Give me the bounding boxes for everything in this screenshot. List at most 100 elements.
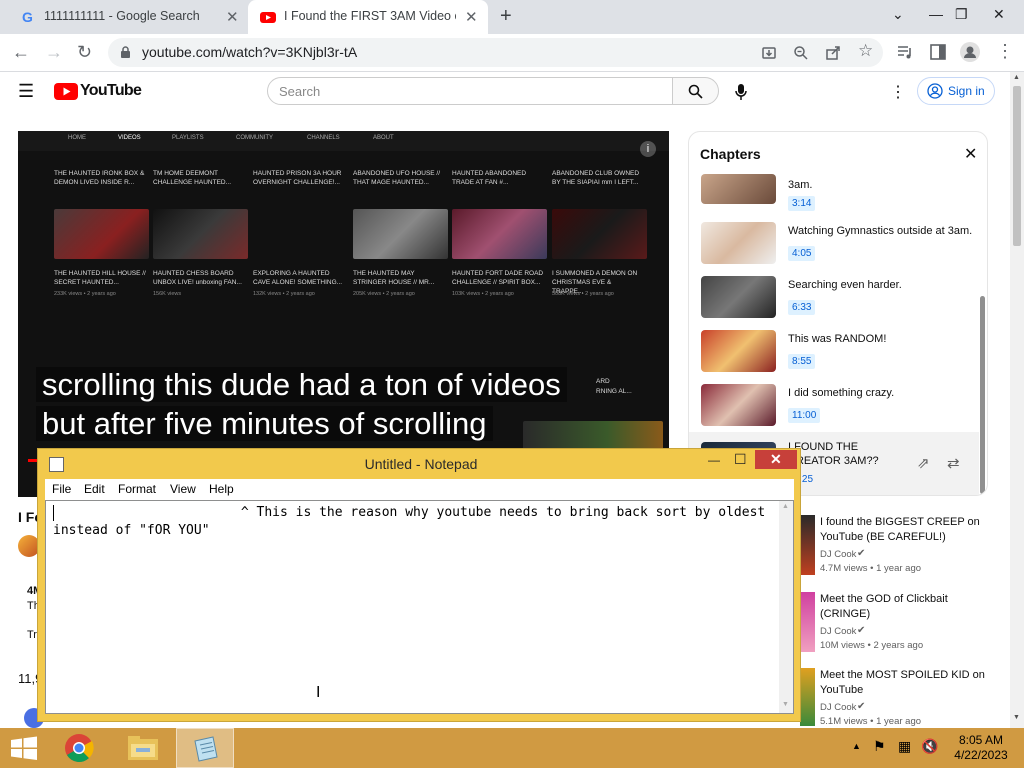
video-meta: 5.1M views • 1 year ago: [820, 716, 922, 727]
chapter-title: Watching Gymnastics outside at 3am.: [788, 225, 973, 237]
scroll-up-icon[interactable]: ▲: [782, 503, 789, 510]
install-app-icon[interactable]: [761, 45, 777, 61]
video-grid-meta: 103K views • 2 years ago: [452, 291, 514, 297]
video-thumbnail: [552, 209, 647, 259]
notepad-text-area[interactable]: ^ This is the reason why youtube needs t…: [45, 500, 794, 714]
browser-menu-icon[interactable]: ⋮: [996, 41, 1014, 62]
zoom-icon[interactable]: [793, 45, 809, 61]
chapter-item[interactable]: This was RANDOM! 8:55: [701, 330, 981, 384]
menu-view[interactable]: View: [170, 482, 196, 496]
address-bar[interactable]: youtube.com/watch?v=3KNjbl3r-tA ☆: [108, 38, 883, 67]
restore-icon[interactable]: ❐: [955, 6, 968, 23]
notepad-scrollbar[interactable]: ▲ ▼: [779, 501, 793, 713]
show-hidden-icons[interactable]: ▲: [852, 741, 861, 751]
recommendation-item[interactable]: I found the BIGGEST CREEP on YouTube (BE…: [800, 515, 990, 585]
recommendation-item[interactable]: Meet the GOD of Clickbait (CRINGE) DJ Co…: [800, 592, 990, 662]
svg-text:G: G: [22, 9, 33, 25]
network-icon[interactable]: ▦: [898, 738, 911, 755]
page-scrollbar[interactable]: ▲ ▼: [1010, 72, 1024, 728]
menu-edit[interactable]: Edit: [84, 482, 105, 496]
video-thumbnail: [153, 209, 248, 259]
channel-avatar[interactable]: [18, 535, 40, 557]
video-grid-title: THE HAUNTED MAY STRINGER HOUSE // MR...: [353, 270, 435, 286]
share-icon[interactable]: ⇗: [917, 454, 930, 472]
search-input[interactable]: Search: [267, 77, 673, 105]
video-grid-meta: 508K views • 2 years ago: [552, 291, 614, 297]
video-grid-title: TM HOME DEEMONT CHALLENGE HAUNTED...: [153, 170, 232, 186]
minimize-icon[interactable]: —: [929, 6, 943, 22]
caption-line: but after five minutes of scrolling: [36, 406, 493, 441]
notepad-taskbar-button[interactable]: [176, 728, 234, 768]
account-icon: [927, 83, 943, 99]
media-control-icon[interactable]: [897, 44, 915, 60]
system-clock[interactable]: 8:05 AM 4/22/2023: [944, 733, 1018, 763]
close-icon[interactable]: ✕: [964, 144, 977, 164]
hamburger-menu-icon[interactable]: ☰: [18, 81, 34, 102]
chrome-taskbar-button[interactable]: [50, 728, 108, 768]
tab-youtube-video[interactable]: I Found the FIRST 3AM Video on ✕: [248, 0, 488, 34]
chapter-item[interactable]: Searching even harder. 6:33: [701, 276, 981, 330]
close-icon: ✕: [770, 451, 782, 467]
settings-menu-icon[interactable]: ⋮: [890, 82, 906, 102]
chapter-title: I FOUND THE CREATOR 3AM??: [788, 441, 879, 467]
video-player[interactable]: HOME VIDEOS PLAYLISTS COMMUNITY CHANNELS…: [18, 131, 669, 497]
video-thumbnail: [54, 209, 149, 259]
channel-name: DJ Cook: [820, 626, 857, 637]
volume-muted-icon[interactable]: 🔇: [921, 738, 938, 755]
loop-icon[interactable]: ⇄: [947, 454, 960, 472]
scroll-up-icon[interactable]: ▲: [1013, 74, 1020, 81]
windows-start-icon[interactable]: [10, 736, 38, 760]
info-icon[interactable]: i: [640, 141, 656, 157]
chapter-time: 6:33: [788, 300, 816, 315]
verified-icon: ✔: [857, 625, 866, 636]
recommendation-item[interactable]: Meet the MOST SPOILED KID on YouTube DJ …: [800, 668, 990, 728]
chapters-scrollbar[interactable]: [980, 296, 985, 494]
share-icon[interactable]: [825, 45, 841, 61]
new-tab-icon[interactable]: +: [500, 5, 512, 28]
video-grid-meta: 233K views • 2 years ago: [54, 291, 116, 297]
channel-tab-bar: HOME VIDEOS PLAYLISTS COMMUNITY CHANNELS…: [18, 131, 669, 151]
caption-line: scrolling this dude had a ton of videos: [36, 367, 567, 402]
search-placeholder: Search: [279, 84, 321, 99]
menu-file[interactable]: File: [52, 482, 71, 496]
back-arrow-icon[interactable]: ←: [12, 42, 30, 63]
chapter-item[interactable]: Watching Gymnastics outside at 3am. 4:05: [701, 222, 981, 276]
close-window-icon[interactable]: ✕: [993, 6, 1005, 23]
reload-icon[interactable]: ↻: [77, 42, 92, 63]
video-meta: 10M views • 2 years ago: [820, 640, 924, 651]
minimize-icon[interactable]: —: [708, 453, 720, 467]
chapter-item[interactable]: I did something crazy. 11:00: [701, 384, 981, 438]
youtube-header: ☰ YouTube Search ⋮ Sign in: [0, 72, 1010, 112]
scrollbar-thumb[interactable]: [1013, 86, 1021, 246]
menu-format[interactable]: Format: [118, 482, 156, 496]
video-caption: scrolling this dude had a ton of videos …: [36, 365, 567, 443]
chapters-panel: Chapters ✕ 3am. 3:14 Watching Gymnastics…: [688, 131, 988, 496]
side-panel-icon[interactable]: [930, 44, 946, 60]
channel-tab: CHANNELS: [307, 135, 340, 141]
bookmark-star-icon[interactable]: ☆: [858, 41, 873, 61]
search-button[interactable]: [672, 77, 719, 105]
maximize-icon[interactable]: ☐: [734, 451, 747, 468]
tab-title: 1111111111 - Google Search: [44, 9, 200, 23]
close-button[interactable]: ✕: [755, 450, 797, 469]
notepad-titlebar[interactable]: Untitled - Notepad — ☐ ✕: [38, 449, 800, 479]
forward-arrow-icon[interactable]: →: [45, 42, 63, 63]
sign-in-button[interactable]: Sign in: [917, 77, 995, 105]
microphone-icon[interactable]: [735, 84, 747, 101]
close-tab-icon[interactable]: ✕: [465, 8, 478, 26]
tab-google-search[interactable]: G 1111111111 - Google Search ✕: [0, 0, 248, 34]
channel-tab: PLAYLISTS: [172, 135, 204, 141]
recommendation-title: Meet the GOD of Clickbait (CRINGE): [820, 593, 948, 620]
scroll-down-icon[interactable]: ▼: [1013, 714, 1020, 721]
scroll-down-icon[interactable]: ▼: [782, 701, 789, 708]
folder-icon: [128, 736, 158, 760]
action-center-flag-icon[interactable]: ⚑: [873, 738, 886, 755]
file-explorer-taskbar-button[interactable]: [114, 728, 172, 768]
chapter-thumbnail: [701, 276, 776, 318]
lock-icon: [121, 46, 130, 58]
verified-icon: ✔: [857, 548, 866, 559]
close-tab-icon[interactable]: ✕: [226, 8, 239, 26]
menu-help[interactable]: Help: [209, 482, 234, 496]
chevron-down-icon[interactable]: ⌄: [892, 6, 904, 23]
profile-avatar-icon[interactable]: [960, 42, 980, 62]
